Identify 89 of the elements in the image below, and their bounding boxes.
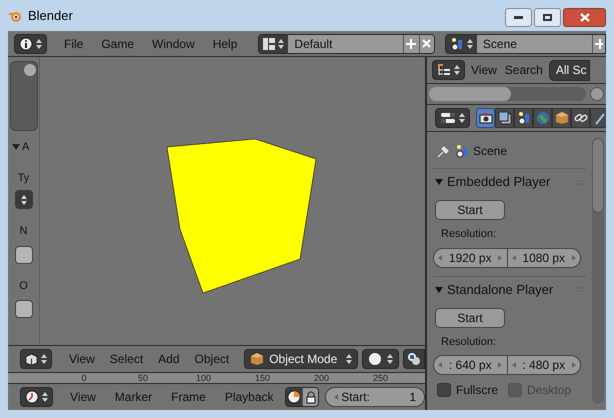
properties-tab[interactable] (514, 108, 533, 128)
globe-icon (536, 111, 550, 125)
close-icon (580, 13, 590, 22)
overlapping-circles-icon (407, 352, 422, 366)
menu-item[interactable]: View (63, 388, 103, 406)
menu-item[interactable]: Add (151, 350, 187, 368)
panel-header[interactable]: Standalone Player (433, 280, 586, 298)
pivot-button[interactable] (403, 349, 425, 369)
menu-item[interactable]: View (62, 350, 102, 368)
mode-dropdown[interactable]: Object Mode (244, 349, 358, 369)
clock-icon (25, 390, 39, 404)
expanded-triangle-icon (435, 178, 443, 186)
up-down-arrows-icon (387, 353, 394, 365)
properties-tab[interactable] (495, 108, 514, 128)
resolution-label: Resolution: (441, 334, 498, 350)
cube-icon (250, 352, 264, 366)
menu-item[interactable]: Window (145, 34, 202, 52)
image-layers-icon (498, 111, 512, 125)
maximize-button[interactable] (534, 8, 561, 27)
editor-type-button[interactable] (14, 34, 47, 54)
menu-item[interactable]: Game (94, 34, 142, 52)
pin-icon[interactable] (437, 144, 451, 158)
start-button[interactable]: Start (435, 200, 505, 220)
menu-item[interactable]: Object (188, 350, 236, 368)
properties-tab[interactable] (552, 108, 571, 128)
sphere-icon (368, 352, 382, 366)
properties-tab[interactable] (590, 108, 606, 128)
menu-item[interactable]: Marker (108, 388, 160, 406)
properties-tab[interactable] (476, 108, 495, 128)
sphere-cylinder-icon (455, 144, 469, 158)
shading-dropdown[interactable] (362, 349, 400, 369)
ruler-label: 50 (137, 373, 149, 383)
menu-item[interactable]: Select (102, 350, 150, 368)
up-down-arrows-icon (20, 194, 26, 206)
start-frame-field[interactable]: Start: 1 (325, 387, 425, 407)
drag-handle-icon[interactable] (576, 287, 586, 292)
vertical-scrollbar[interactable] (592, 138, 604, 404)
field-label: Ty (18, 170, 30, 186)
editor-type-button[interactable] (432, 60, 465, 80)
chain-link-icon (574, 111, 588, 125)
editor-type-button[interactable] (20, 387, 53, 407)
cube-shape[interactable] (166, 138, 316, 294)
panel-header[interactable]: Embedded Player (433, 173, 586, 191)
toolbar-scrollbar[interactable] (10, 61, 38, 131)
checkbox[interactable] (14, 300, 32, 318)
up-down-arrows-icon (454, 64, 460, 76)
expanded-triangle-icon (435, 286, 443, 294)
menu-item[interactable]: Search (500, 61, 547, 79)
cube-icon (554, 111, 568, 125)
up-down-arrows-icon (42, 391, 48, 403)
menu-item[interactable]: Help (206, 34, 244, 52)
lock-button[interactable] (302, 388, 318, 406)
checkbox[interactable] (14, 246, 32, 264)
editor-type-button[interactable] (435, 108, 470, 128)
window-title: Blender (28, 6, 73, 25)
info-icon (19, 36, 33, 50)
up-down-arrows-icon (41, 353, 47, 365)
up-down-arrows-icon (36, 38, 42, 50)
drag-handle-icon[interactable] (576, 180, 586, 184)
type-dropdown[interactable] (14, 190, 32, 209)
expand-triangle-icon (12, 144, 20, 150)
field-label: O (19, 278, 28, 294)
keying-button[interactable] (286, 388, 302, 406)
sphere-cylinder-icon (516, 111, 530, 125)
toggle-icon (440, 112, 456, 124)
up-down-arrows-icon (346, 353, 352, 365)
start-button[interactable]: Start (435, 308, 505, 328)
menu-item[interactable]: Frame (164, 388, 213, 406)
tree-list-icon (437, 63, 451, 77)
context-label: Scene (473, 143, 508, 160)
camera-icon (478, 112, 492, 124)
menu-item[interactable]: File (57, 34, 90, 52)
resolution-label: Resolution: (441, 227, 498, 242)
panel-title: A (22, 140, 30, 155)
close-button[interactable] (563, 8, 606, 27)
checkbox-option[interactable]: Fullscre (437, 381, 498, 399)
cube-icon (25, 352, 38, 366)
filter-dropdown[interactable]: All Sc (548, 60, 590, 80)
ruler-label: 0 (80, 373, 88, 383)
scroll-handle-icon[interactable] (590, 87, 604, 101)
horizontal-scrollbar[interactable] (429, 87, 586, 101)
minimize-button[interactable] (505, 8, 532, 27)
up-down-arrows-icon (459, 112, 465, 124)
padlock-icon (306, 390, 316, 404)
editor-type-button[interactable] (20, 349, 52, 369)
menu-item[interactable]: Playback (218, 388, 281, 406)
field-label: N (20, 224, 28, 239)
menu-item[interactable]: View (467, 61, 501, 79)
properties-tab[interactable] (571, 108, 590, 128)
